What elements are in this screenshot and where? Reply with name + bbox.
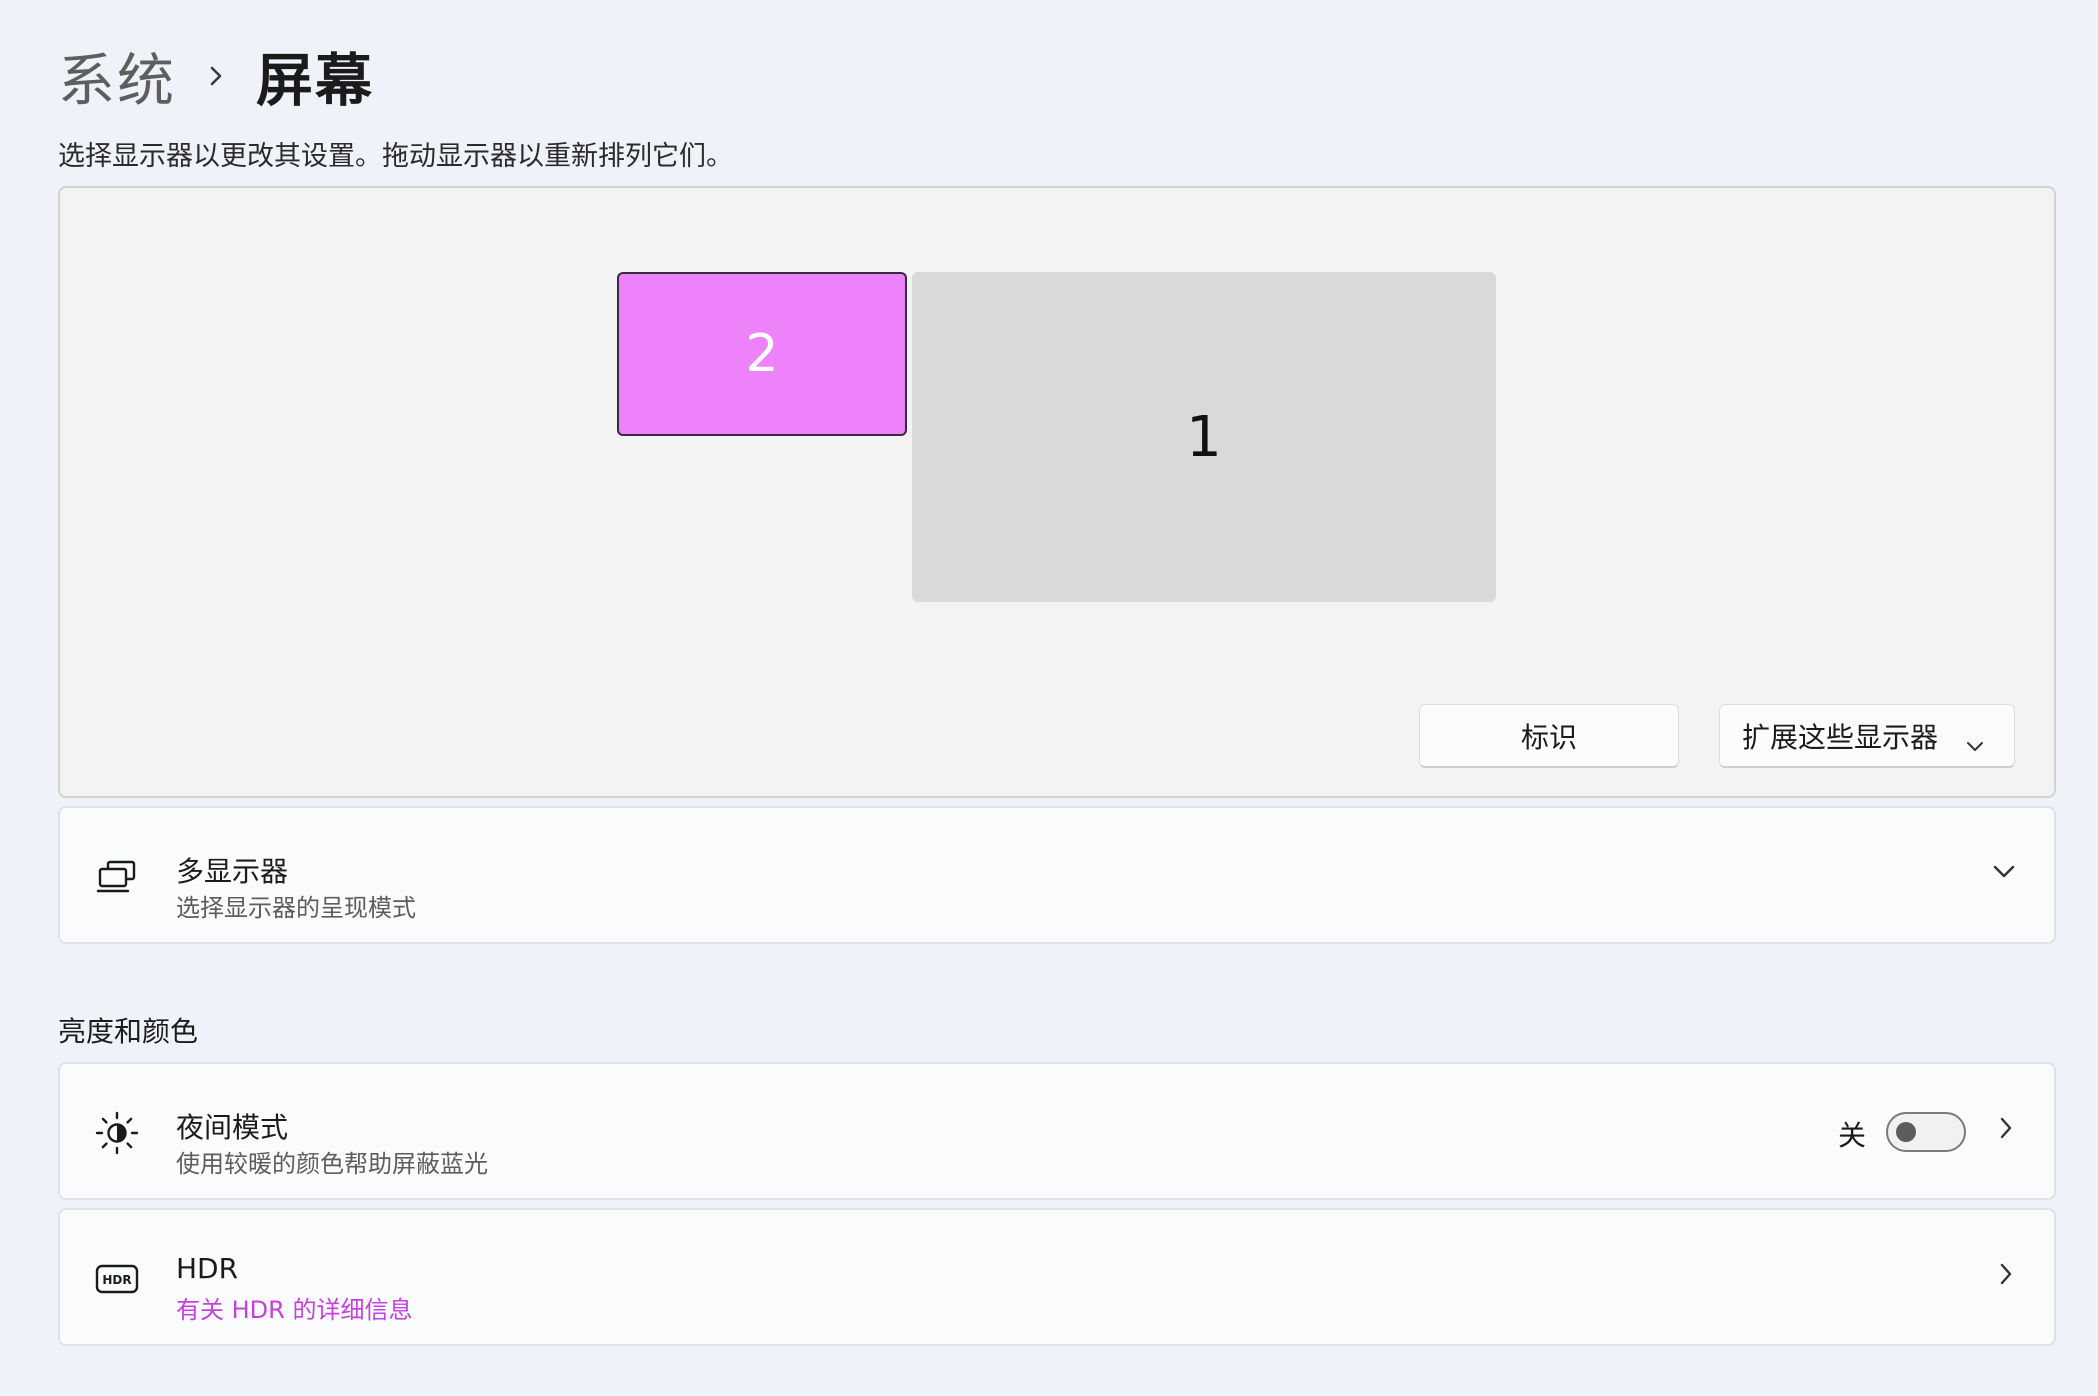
monitor-2-tile[interactable]: 2 xyxy=(617,272,907,436)
page-subtitle: 选择显示器以更改其设置。拖动显示器以重新排列它们。 xyxy=(58,141,733,172)
monitor-1-label: 1 xyxy=(1186,404,1222,470)
hdr-title: HDR xyxy=(176,1252,239,1285)
night-light-title: 夜间模式 xyxy=(176,1111,289,1144)
svg-text:HDR: HDR xyxy=(102,1273,131,1287)
monitor-2-label: 2 xyxy=(745,324,779,384)
display-mode-dropdown[interactable]: 扩展这些显示器 xyxy=(1719,704,2015,768)
page-title: 屏幕 xyxy=(256,48,374,114)
display-arrangement-panel: 2 1 标识 扩展这些显示器 xyxy=(58,186,2056,798)
identify-button[interactable]: 标识 xyxy=(1419,704,1679,768)
brightness-icon xyxy=(94,1110,140,1156)
night-light-toggle-state: 关 xyxy=(1837,1119,1866,1152)
chevron-right-icon xyxy=(176,63,256,89)
night-light-description: 使用较暖的颜色帮助屏蔽蓝光 xyxy=(176,1150,488,1178)
night-light-card[interactable]: 夜间模式 使用较暖的颜色帮助屏蔽蓝光 关 xyxy=(58,1062,2056,1200)
night-light-toggle[interactable] xyxy=(1886,1112,1966,1152)
chevron-right-icon[interactable] xyxy=(1998,1114,2014,1146)
identify-button-label: 标识 xyxy=(1520,720,1577,754)
chevron-down-icon[interactable] xyxy=(1992,864,2016,884)
chevron-down-icon xyxy=(1966,727,1984,760)
brightness-color-heading: 亮度和颜色 xyxy=(58,1015,199,1048)
multiple-monitors-icon xyxy=(94,854,140,900)
hdr-card[interactable]: HDR HDR 有关 HDR 的详细信息 xyxy=(58,1208,2056,1346)
multiple-displays-description: 选择显示器的呈现模式 xyxy=(176,894,416,922)
hdr-icon: HDR xyxy=(94,1256,140,1302)
display-settings-page: 系统 屏幕 选择显示器以更改其设置。拖动显示器以重新排列它们。 2 1 标识 扩… xyxy=(0,0,2098,1396)
toggle-knob xyxy=(1896,1122,1916,1142)
multiple-displays-card[interactable]: 多显示器 选择显示器的呈现模式 xyxy=(58,806,2056,944)
hdr-learn-more-link[interactable]: 有关 HDR 的详细信息 xyxy=(176,1290,412,1325)
multiple-displays-title: 多显示器 xyxy=(176,855,289,888)
breadcrumb: 系统 屏幕 xyxy=(58,36,374,116)
monitor-1-tile[interactable]: 1 xyxy=(912,272,1496,602)
breadcrumb-system-link[interactable]: 系统 xyxy=(58,35,176,117)
chevron-right-icon[interactable] xyxy=(1998,1260,2014,1292)
display-mode-value: 扩展这些显示器 xyxy=(1742,720,1939,754)
